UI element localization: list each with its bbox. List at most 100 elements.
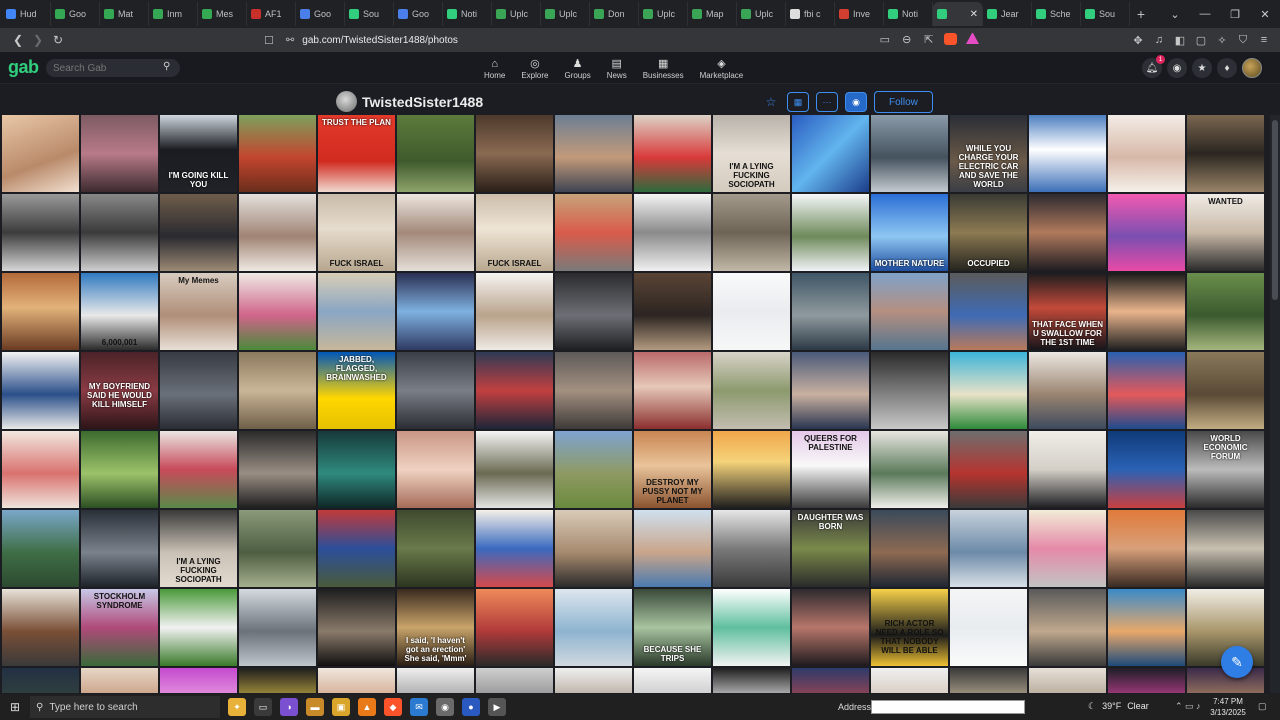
- photo-thumbnail[interactable]: [81, 510, 158, 587]
- photo-thumbnail[interactable]: I'M A LYING FUCKING SOCIOPATH: [713, 115, 790, 192]
- photo-thumbnail[interactable]: [871, 352, 948, 429]
- photo-thumbnail[interactable]: [950, 668, 1027, 693]
- account-avatar[interactable]: [1242, 58, 1262, 78]
- tab-close-icon[interactable]: ✕: [970, 9, 978, 20]
- photo-thumbnail[interactable]: [397, 273, 474, 350]
- photo-thumbnail[interactable]: [2, 115, 79, 192]
- browser-tab[interactable]: Uplc: [541, 2, 590, 26]
- ideas-button[interactable]: ♦: [1217, 58, 1237, 78]
- photo-thumbnail[interactable]: [397, 668, 474, 693]
- favorite-star-icon[interactable]: ☆: [762, 95, 780, 109]
- follow-button[interactable]: Follow: [874, 91, 933, 113]
- photo-thumbnail[interactable]: [397, 115, 474, 192]
- bookmark-icon[interactable]: ☐: [264, 34, 274, 47]
- clock[interactable]: 7:47 PM 3/13/2025: [1204, 696, 1252, 718]
- search-icon[interactable]: ⚲: [163, 61, 170, 72]
- photo-thumbnail[interactable]: OCCUPIED: [950, 194, 1027, 271]
- photo-thumbnail[interactable]: [634, 352, 711, 429]
- photo-thumbnail[interactable]: MOTHER NATURE: [871, 194, 948, 271]
- photo-thumbnail[interactable]: [1029, 589, 1106, 666]
- profile-avatar[interactable]: [336, 91, 357, 112]
- photo-thumbnail[interactable]: THAT FACE WHEN U SWALLOW FOR THE 1ST TIM…: [1029, 273, 1106, 350]
- share-icon[interactable]: ⇱: [922, 33, 935, 48]
- folder-app-icon[interactable]: ▬: [306, 698, 324, 716]
- menu-icon[interactable]: ≡: [1258, 34, 1270, 47]
- photo-thumbnail[interactable]: [871, 273, 948, 350]
- photo-thumbnail[interactable]: [792, 115, 869, 192]
- photo-thumbnail[interactable]: WANTED: [1187, 194, 1264, 271]
- photo-thumbnail[interactable]: [950, 352, 1027, 429]
- photo-thumbnail[interactable]: [555, 194, 632, 271]
- photo-thumbnail[interactable]: [239, 668, 316, 693]
- photo-thumbnail[interactable]: My Memes: [160, 273, 237, 350]
- photo-thumbnail[interactable]: [713, 273, 790, 350]
- nav-item-home[interactable]: ⌂ Home: [476, 52, 513, 84]
- taskbar-search[interactable]: ⚲ Type here to search: [30, 696, 220, 718]
- notifications-button[interactable]: 🔔︎ 1: [1142, 55, 1165, 78]
- browser-tab[interactable]: Don: [590, 2, 639, 26]
- photo-thumbnail[interactable]: [1029, 510, 1106, 587]
- cast-icon[interactable]: ▭: [878, 33, 891, 48]
- leo-icon[interactable]: ✧: [1216, 34, 1228, 47]
- photo-thumbnail[interactable]: [239, 115, 316, 192]
- browser-tab[interactable]: Uplc: [737, 2, 786, 26]
- browser-tab[interactable]: Noti: [884, 2, 933, 26]
- explorer-icon[interactable]: ▣: [332, 698, 350, 716]
- photo-thumbnail[interactable]: [950, 431, 1027, 508]
- photo-thumbnail[interactable]: [555, 510, 632, 587]
- address-bar[interactable]: gab.com/TwistedSister1488/photos: [302, 35, 862, 46]
- search-input[interactable]: [46, 59, 180, 77]
- photo-thumbnail[interactable]: [871, 115, 948, 192]
- browser-tab[interactable]: Hud: [2, 2, 51, 26]
- photo-thumbnail[interactable]: [555, 273, 632, 350]
- photo-thumbnail[interactable]: [160, 194, 237, 271]
- photo-thumbnail[interactable]: [476, 510, 553, 587]
- photo-thumbnail[interactable]: [713, 352, 790, 429]
- photo-thumbnail[interactable]: [476, 589, 553, 666]
- photo-thumbnail[interactable]: [81, 115, 158, 192]
- photo-thumbnail[interactable]: [555, 589, 632, 666]
- photo-thumbnail[interactable]: [1108, 115, 1185, 192]
- photo-thumbnail[interactable]: [634, 273, 711, 350]
- media-player-icon[interactable]: ▶: [488, 698, 506, 716]
- photo-thumbnail[interactable]: [950, 273, 1027, 350]
- nav-item-businesses[interactable]: ▦ Businesses: [635, 52, 692, 84]
- photo-thumbnail[interactable]: [239, 431, 316, 508]
- photo-thumbnail[interactable]: [239, 352, 316, 429]
- photo-thumbnail[interactable]: [397, 431, 474, 508]
- copilot-icon[interactable]: ◑: [280, 698, 298, 716]
- photo-thumbnail[interactable]: [1029, 431, 1106, 508]
- back-icon[interactable]: ❮: [8, 33, 28, 47]
- nav-item-groups[interactable]: ♟ Groups: [556, 52, 598, 84]
- photo-thumbnail[interactable]: [871, 668, 948, 693]
- close-window-icon[interactable]: ✕: [1250, 8, 1280, 21]
- browser-tab[interactable]: ✕: [933, 2, 983, 26]
- photo-thumbnail[interactable]: [2, 589, 79, 666]
- more-options-button[interactable]: ···: [816, 92, 838, 112]
- photo-thumbnail[interactable]: [2, 273, 79, 350]
- photo-thumbnail[interactable]: [713, 194, 790, 271]
- photo-thumbnail[interactable]: 6,000,001: [81, 273, 158, 350]
- photo-thumbnail[interactable]: [397, 352, 474, 429]
- photo-thumbnail[interactable]: [476, 668, 553, 693]
- browser-tab[interactable]: Uplc: [492, 2, 541, 26]
- brave-app-icon[interactable]: ◆: [384, 698, 402, 716]
- browser-tab[interactable]: Sou: [1081, 2, 1130, 26]
- windows-start-icon[interactable]: ⊞: [0, 700, 30, 714]
- browser-tab[interactable]: Mat: [100, 2, 149, 26]
- photo-thumbnail[interactable]: [476, 431, 553, 508]
- photo-thumbnail[interactable]: [2, 510, 79, 587]
- photo-thumbnail[interactable]: [1187, 510, 1264, 587]
- vpn-icon[interactable]: ⛉: [1237, 34, 1249, 47]
- browser-tab[interactable]: Goo: [296, 2, 345, 26]
- browser-tab[interactable]: Goo: [51, 2, 100, 26]
- photo-thumbnail[interactable]: [792, 352, 869, 429]
- photo-thumbnail[interactable]: [1187, 273, 1264, 350]
- nav-item-explore[interactable]: ◎ Explore: [513, 52, 556, 84]
- photo-thumbnail[interactable]: I said, 'I haven't got an erection' She …: [397, 589, 474, 666]
- browser-tab[interactable]: Inm: [149, 2, 198, 26]
- photo-thumbnail[interactable]: [950, 510, 1027, 587]
- photo-thumbnail[interactable]: MY BOYFRIEND SAID HE WOULD KILL HIMSELF: [81, 352, 158, 429]
- photo-thumbnail[interactable]: [713, 510, 790, 587]
- system-tray-icons[interactable]: ⌃ ▭ ♪: [1175, 701, 1201, 712]
